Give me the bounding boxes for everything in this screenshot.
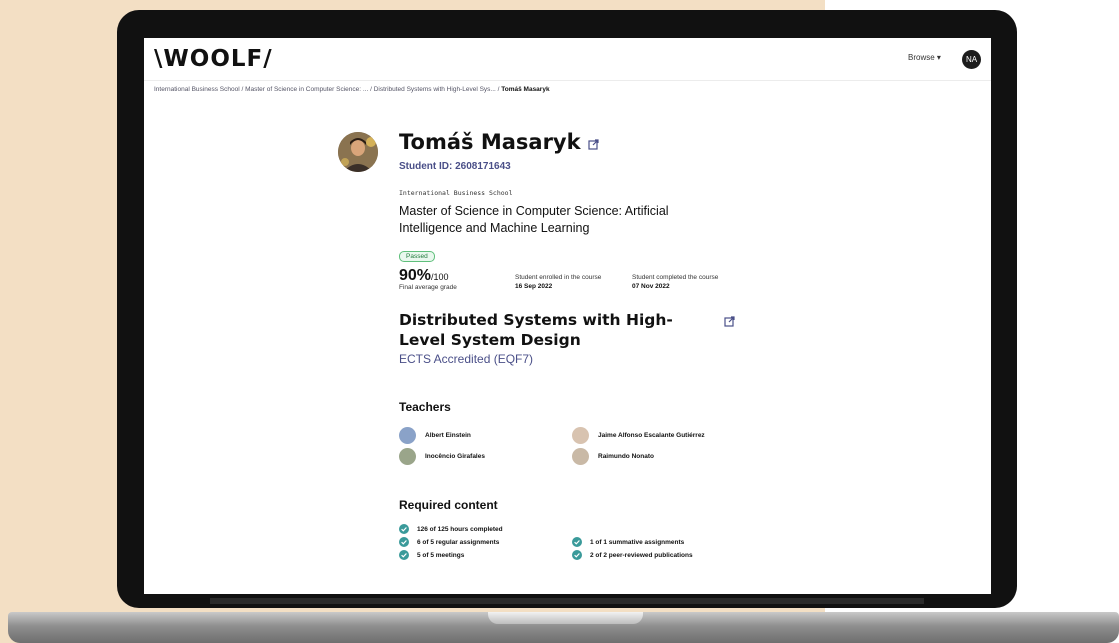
final-grade: 90%/100 <box>399 267 449 285</box>
teacher-item[interactable]: Jaime Alfonso Escalante Gutiérrez <box>572 427 705 444</box>
course-title: Distributed Systems with High-Level Syst… <box>399 311 673 349</box>
grade-label: Final average grade <box>399 284 457 291</box>
breadcrumb: International Business School / Master o… <box>154 86 550 93</box>
student-name: Tomáš Masaryk <box>399 130 599 155</box>
check-circle-icon <box>399 524 409 534</box>
teachers-heading: Teachers <box>399 400 451 414</box>
school-name: International Business School <box>399 189 513 197</box>
required-content-heading: Required content <box>399 498 498 512</box>
external-link-icon[interactable] <box>724 314 735 332</box>
teacher-avatar <box>572 448 589 465</box>
requirement-text: 6 of 5 regular assignments <box>417 538 500 546</box>
chevron-down-icon: ▾ <box>936 53 941 62</box>
breadcrumb-item[interactable]: Distributed Systems with High-Level Sys.… <box>374 86 496 93</box>
browse-menu[interactable]: Browse ▾ <box>908 53 941 62</box>
requirement-item: 5 of 5 meetings <box>399 550 464 560</box>
browse-label: Browse <box>908 53 935 62</box>
breadcrumb-item[interactable]: Master of Science in Computer Science: .… <box>245 86 368 93</box>
teacher-item[interactable]: Albert Einstein <box>399 427 471 444</box>
check-circle-icon <box>399 537 409 547</box>
student-id: Student ID: 2608171643 <box>399 161 511 172</box>
requirement-item: 126 of 125 hours completed <box>399 524 503 534</box>
user-avatar[interactable]: NA <box>962 50 981 69</box>
requirement-item: 2 of 2 peer-reviewed publications <box>572 550 693 560</box>
requirement-text: 2 of 2 peer-reviewed publications <box>590 551 693 559</box>
requirement-item: 6 of 5 regular assignments <box>399 537 499 547</box>
enrolled-date: 16 Sep 2022 <box>515 283 553 290</box>
woolf-logo[interactable]: \WOOLF/ <box>154 46 273 72</box>
teacher-name: Albert Einstein <box>425 432 471 439</box>
program-title: Master of Science in Computer Science: A… <box>399 204 669 235</box>
requirement-text: 126 of 125 hours completed <box>417 525 503 533</box>
teacher-item[interactable]: Inocêncio Girafales <box>399 448 485 465</box>
top-navigation-bar: \WOOLF/ Browse ▾ NA <box>144 38 991 81</box>
teacher-item[interactable]: Raimundo Nonato <box>572 448 654 465</box>
check-circle-icon <box>572 550 582 560</box>
check-circle-icon <box>572 537 582 547</box>
requirement-text: 5 of 5 meetings <box>417 551 465 559</box>
laptop-screen: \WOOLF/ Browse ▾ NA International Busine… <box>144 38 991 594</box>
student-photo <box>338 132 378 172</box>
requirement-item: 1 of 1 summative assignments <box>572 537 684 547</box>
grade-max: /100 <box>431 272 449 282</box>
teacher-name: Jaime Alfonso Escalante Gutiérrez <box>598 432 705 439</box>
requirement-text: 1 of 1 summative assignments <box>590 538 685 546</box>
breadcrumb-item[interactable]: International Business School <box>154 86 240 93</box>
screen-bottom-hinge <box>210 598 924 604</box>
accreditation-text: ECTS Accredited (EQF7) <box>399 352 534 366</box>
external-link-icon[interactable] <box>588 131 599 155</box>
grade-value: 90% <box>399 267 432 284</box>
breadcrumb-current: Tomáš Masaryk <box>501 86 550 93</box>
teacher-name: Raimundo Nonato <box>598 453 654 460</box>
teacher-avatar <box>399 427 416 444</box>
enrolled-label: Student enrolled in the course <box>515 274 602 281</box>
completed-label: Student completed the course <box>632 274 719 281</box>
teacher-avatar <box>399 448 416 465</box>
status-badge: Passed <box>399 251 435 262</box>
student-name-text: Tomáš Masaryk <box>399 130 581 154</box>
teacher-name: Inocêncio Girafales <box>425 453 485 460</box>
check-circle-icon <box>399 550 409 560</box>
teacher-avatar <box>572 427 589 444</box>
laptop-opening-notch <box>488 612 643 624</box>
completed-date: 07 Nov 2022 <box>632 283 670 290</box>
